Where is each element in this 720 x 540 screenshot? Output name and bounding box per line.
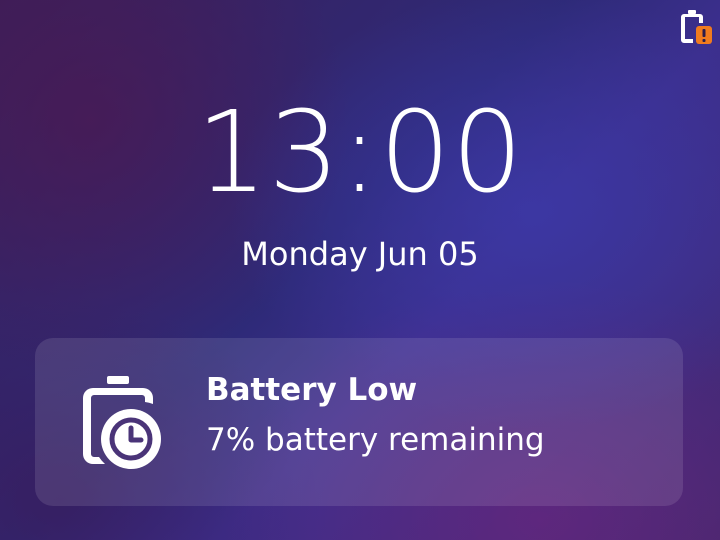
battery-low-warning-icon [681, 10, 712, 44]
notification-title: Battery Low [206, 372, 418, 408]
lock-screen-date: Monday Jun 05 [241, 235, 479, 273]
lock-screen-clock: 13:00 [196, 88, 524, 218]
status-bar-battery [680, 8, 714, 46]
battery-clock-icon [83, 376, 161, 469]
battery-low-notification[interactable]: Battery Low 7% battery remaining [35, 338, 683, 506]
notification-body: 7% battery remaining [206, 422, 545, 458]
